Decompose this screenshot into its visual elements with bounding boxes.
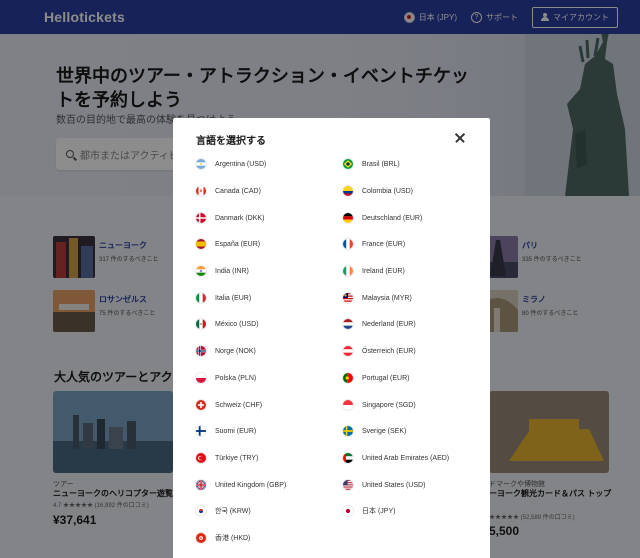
- language-option-denmark[interactable]: Danmark (DKK): [195, 211, 264, 225]
- language-label: France (EUR): [362, 240, 406, 248]
- italy-flag-icon: [195, 292, 207, 304]
- language-label: 日本 (JPY): [362, 508, 396, 515]
- korea-flag-icon: [195, 505, 207, 517]
- language-option-usa[interactable]: United States (USD): [342, 478, 425, 492]
- language-option-norway[interactable]: Norge (NOK): [195, 344, 256, 358]
- austria-flag-icon: [342, 345, 354, 357]
- language-option-spain[interactable]: España (EUR): [195, 237, 260, 251]
- language-option-mexico[interactable]: México (USD): [195, 317, 259, 331]
- language-label: Türkiye (TRY): [215, 454, 259, 462]
- language-label: Danmark (DKK): [215, 214, 265, 222]
- brazil-flag-icon: [342, 158, 354, 170]
- language-option-finland[interactable]: Suomi (EUR): [195, 424, 256, 438]
- uae-flag-icon: [342, 452, 354, 464]
- turkey-flag-icon: [195, 452, 207, 464]
- language-option-uae[interactable]: United Arab Emirates (AED): [342, 451, 449, 465]
- netherlands-flag-icon: [342, 318, 354, 330]
- language-option-hongkong[interactable]: 香港 (HKD): [195, 531, 250, 545]
- language-option-singapore[interactable]: Singapore (SGD): [342, 398, 416, 412]
- india-flag-icon: [195, 265, 207, 277]
- poland-flag-icon: [195, 372, 207, 384]
- language-option-colombia[interactable]: Colombia (USD): [342, 184, 413, 198]
- close-button[interactable]: [453, 131, 467, 145]
- language-label: Suomi (EUR): [215, 427, 257, 435]
- language-label: Nederland (EUR): [362, 320, 416, 328]
- language-label: México (USD): [215, 320, 259, 328]
- uk-flag-icon: [195, 479, 207, 491]
- language-option-japan[interactable]: 日本 (JPY): [342, 504, 395, 518]
- language-label: Ireland (EUR): [362, 267, 405, 275]
- malaysia-flag-icon: [342, 292, 354, 304]
- language-label: United States (USD): [362, 481, 426, 489]
- spain-flag-icon: [195, 238, 207, 250]
- language-option-netherlands[interactable]: Nederland (EUR): [342, 317, 416, 331]
- portugal-flag-icon: [342, 372, 354, 384]
- language-option-turkey[interactable]: Türkiye (TRY): [195, 451, 258, 465]
- language-label: Norge (NOK): [215, 347, 256, 355]
- language-option-germany[interactable]: Deutschland (EUR): [342, 211, 422, 225]
- singapore-flag-icon: [342, 399, 354, 411]
- language-option-france[interactable]: France (EUR): [342, 237, 405, 251]
- sweden-flag-icon: [342, 425, 354, 437]
- language-option-poland[interactable]: Polska (PLN): [195, 371, 256, 385]
- language-label: 한국 (KRW): [215, 508, 251, 515]
- language-option-india[interactable]: India (INR): [195, 264, 249, 278]
- japan-flag-icon: [342, 505, 354, 517]
- language-option-korea[interactable]: 한국 (KRW): [195, 504, 251, 518]
- ireland-flag-icon: [342, 265, 354, 277]
- language-label: Canada (CAD): [215, 187, 261, 195]
- colombia-flag-icon: [342, 185, 354, 197]
- language-label: India (INR): [215, 267, 249, 275]
- language-label: España (EUR): [215, 240, 261, 248]
- hongkong-flag-icon: [195, 532, 207, 544]
- language-selection-modal: 言語を選択する Argentina (USD) Canada (CAD) Dan…: [173, 118, 490, 558]
- language-label: Deutschland (EUR): [362, 214, 423, 222]
- language-label: United Kingdom (GBP): [215, 481, 287, 489]
- language-label: Malaysia (MYR): [362, 294, 412, 302]
- language-option-uk[interactable]: United Kingdom (GBP): [195, 478, 286, 492]
- language-label: Österreich (EUR): [362, 347, 416, 355]
- language-option-sweden[interactable]: Sverige (SEK): [342, 424, 406, 438]
- language-label: Brasil (BRL): [362, 160, 400, 168]
- denmark-flag-icon: [195, 212, 207, 224]
- language-label: Colombia (USD): [362, 187, 413, 195]
- language-option-portugal[interactable]: Portugal (EUR): [342, 371, 409, 385]
- language-option-austria[interactable]: Österreich (EUR): [342, 344, 416, 358]
- language-option-italy[interactable]: Italia (EUR): [195, 291, 251, 305]
- language-option-argentina[interactable]: Argentina (USD): [195, 157, 266, 171]
- canada-flag-icon: [195, 185, 207, 197]
- language-label: Singapore (SGD): [362, 401, 416, 409]
- modal-title: 言語を選択する: [196, 136, 266, 147]
- language-label: Italia (EUR): [215, 294, 252, 302]
- norway-flag-icon: [195, 345, 207, 357]
- language-label: Schweiz (CHF): [215, 401, 263, 409]
- language-label: Argentina (USD): [215, 160, 267, 168]
- switzerland-flag-icon: [195, 399, 207, 411]
- language-option-brazil[interactable]: Brasil (BRL): [342, 157, 400, 171]
- language-option-malaysia[interactable]: Malaysia (MYR): [342, 291, 412, 305]
- language-label: Polska (PLN): [215, 374, 257, 382]
- language-option-canada[interactable]: Canada (CAD): [195, 184, 261, 198]
- language-label: Portugal (EUR): [362, 374, 410, 382]
- language-option-ireland[interactable]: Ireland (EUR): [342, 264, 405, 278]
- language-label: 香港 (HKD): [215, 535, 251, 542]
- mexico-flag-icon: [195, 318, 207, 330]
- language-option-switzerland[interactable]: Schweiz (CHF): [195, 398, 262, 412]
- argentina-flag-icon: [195, 158, 207, 170]
- language-label: Sverige (SEK): [362, 427, 407, 435]
- germany-flag-icon: [342, 212, 354, 224]
- france-flag-icon: [342, 238, 354, 250]
- usa-flag-icon: [342, 479, 354, 491]
- finland-flag-icon: [195, 425, 207, 437]
- language-label: United Arab Emirates (AED): [362, 454, 450, 462]
